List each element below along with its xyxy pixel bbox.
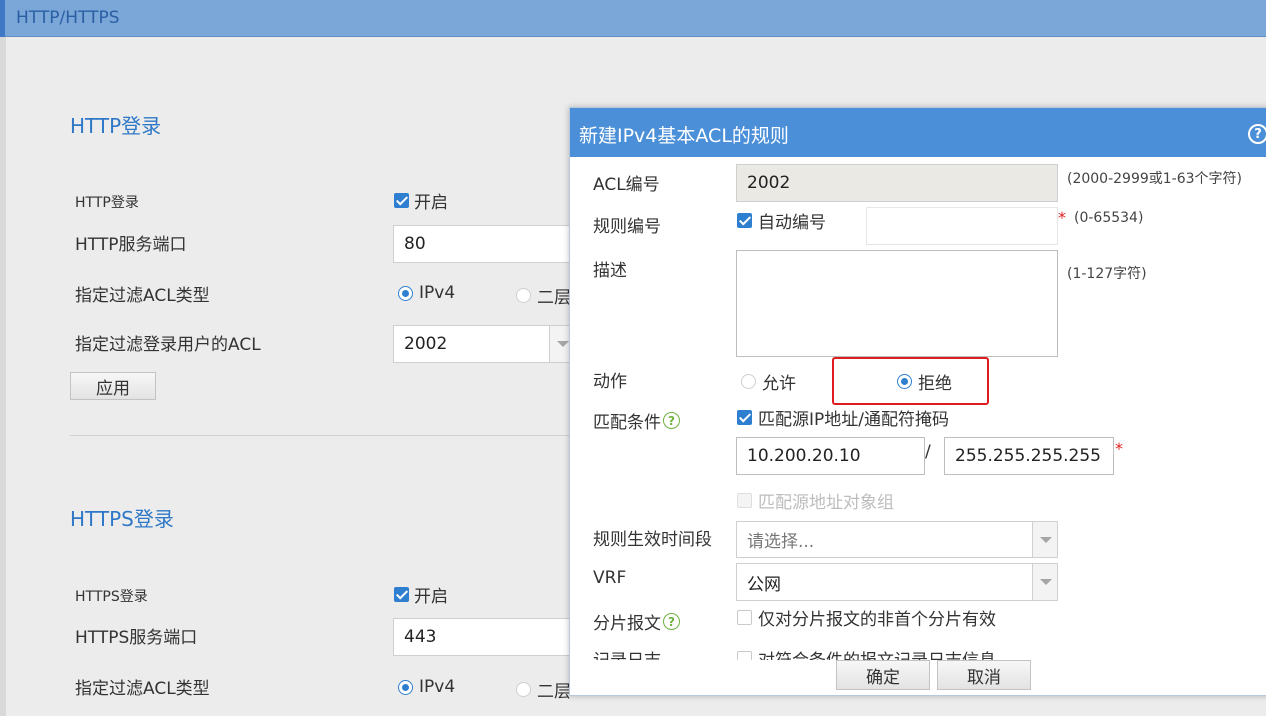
description-hint: (1-127字符) (1067, 266, 1147, 282)
help-question-icon[interactable]: ? (663, 412, 680, 429)
cancel-button[interactable]: 取消 (937, 660, 1031, 690)
log-checkbox[interactable]: 对符合条件的报文记录日志信息 (737, 648, 996, 660)
radio-selected-icon (398, 679, 413, 695)
radio-selected-icon (897, 374, 912, 389)
vrf-value: 公网 (747, 574, 781, 595)
checkbox-checked-icon (394, 587, 409, 602)
vrf-select[interactable]: 公网 (736, 563, 1058, 601)
rule-number-label: 规则编号 (593, 217, 661, 237)
http-login-label: HTTP登录 (75, 195, 139, 211)
section-divider (70, 435, 570, 436)
left-edge-strip (0, 37, 6, 716)
https-acl-type-ipv4-radio[interactable]: IPv4 (398, 677, 455, 697)
https-acl-type-l2-radio[interactable]: 二层 (516, 677, 571, 702)
acl-number-hint: (2000-2999或1-63个字符) (1067, 171, 1243, 187)
fragment-checkbox[interactable]: 仅对分片报文的非首个分片有效 (737, 605, 996, 630)
collapse-handle[interactable] (0, 0, 5, 37)
http-acl-label: 指定过滤登录用户的ACL (75, 335, 261, 355)
https-acl-type-label: 指定过滤ACL类型 (75, 679, 210, 699)
match-src-group-label: 匹配源地址对象组 (758, 493, 894, 513)
radio-unselected-icon (741, 374, 756, 389)
description-textarea[interactable] (736, 250, 1058, 357)
fragment-label: 分片报文 ? (593, 609, 680, 634)
required-mark: * (1115, 439, 1123, 458)
acl-number-label: ACL编号 (593, 175, 660, 195)
time-range-label: 规则生效时间段 (593, 530, 712, 550)
https-enable-label: 开启 (414, 587, 448, 607)
action-deny-radio[interactable]: 拒绝 (897, 369, 952, 394)
https-port-input[interactable]: 443 (393, 618, 573, 656)
rule-number-input (866, 207, 1058, 245)
match-src-ip-checkbox[interactable]: 匹配源IP地址/通配符掩码 (737, 405, 949, 430)
log-option-label: 对符合条件的报文记录日志信息 (758, 648, 996, 660)
chevron-down-icon[interactable] (1032, 564, 1057, 600)
radio-selected-icon (398, 285, 413, 301)
https-section-title: HTTPS登录 (70, 507, 174, 531)
help-question-icon[interactable]: ? (663, 613, 680, 630)
http-acl-type-l2-label: 二层 (537, 288, 571, 308)
action-deny-label: 拒绝 (918, 374, 952, 394)
checkbox-disabled-icon (737, 493, 752, 508)
dialog-title: 新建IPv4基本ACL的规则 (579, 125, 789, 147)
log-row-clipped: 记录日志 对符合条件的报文记录日志信息 (570, 648, 1266, 660)
http-acl-type-ipv4-radio[interactable]: IPv4 (398, 283, 455, 303)
http-acl-type-l2-radio[interactable]: 二层 (516, 283, 571, 308)
checkbox-checked-icon (737, 213, 752, 228)
http-section-title: HTTP登录 (70, 114, 162, 138)
chevron-down-icon[interactable] (1032, 522, 1057, 557)
http-port-input[interactable]: 80 (393, 225, 573, 263)
acl-number-input: 2002 (736, 164, 1058, 202)
apply-button[interactable]: 应用 (70, 372, 156, 400)
http-acl-select[interactable]: 2002 (393, 325, 574, 363)
new-acl-rule-dialog: 新建IPv4基本ACL的规则 ? ACL编号 2002 (2000-2999或1… (569, 107, 1266, 696)
fragment-option-label: 仅对分片报文的非首个分片有效 (758, 610, 996, 630)
action-permit-label: 允许 (762, 374, 796, 394)
https-acl-type-ipv4-label: IPv4 (419, 677, 456, 697)
checkbox-unchecked-icon (737, 610, 752, 625)
https-login-label: HTTPS登录 (75, 589, 148, 605)
auto-number-label: 自动编号 (758, 213, 826, 233)
checkbox-checked-icon (737, 410, 752, 425)
log-label: 记录日志 (593, 648, 661, 660)
radio-unselected-icon (516, 288, 531, 303)
match-src-group-checkbox[interactable]: 匹配源地址对象组 (737, 488, 894, 513)
http-port-label: HTTP服务端口 (75, 235, 187, 255)
action-label: 动作 (593, 372, 627, 392)
checkbox-unchecked-icon (737, 651, 752, 660)
http-acl-type-label: 指定过滤ACL类型 (75, 286, 210, 306)
dialog-header: 新建IPv4基本ACL的规则 ? (570, 108, 1266, 157)
required-mark: * (1058, 208, 1066, 227)
https-acl-type-l2-label: 二层 (537, 682, 571, 702)
time-range-select[interactable]: 请选择... (736, 521, 1058, 558)
rule-number-hint: (0-65534) (1074, 210, 1144, 226)
description-label: 描述 (593, 261, 627, 281)
slash-separator: / (925, 442, 931, 462)
https-enable-checkbox[interactable]: 开启 (394, 582, 448, 607)
vrf-label: VRF (593, 568, 627, 588)
match-condition-label: 匹配条件 ? (593, 408, 680, 433)
fragment-text: 分片报文 (593, 614, 661, 634)
radio-unselected-icon (516, 682, 531, 697)
time-range-placeholder: 请选择... (747, 532, 815, 552)
match-condition-text: 匹配条件 (593, 413, 661, 433)
wildcard-mask-input[interactable]: 255.255.255.255 (944, 437, 1114, 475)
http-acl-value: 2002 (404, 334, 448, 354)
https-port-label: HTTPS服务端口 (75, 628, 198, 648)
help-icon[interactable]: ? (1248, 124, 1266, 144)
auto-number-checkbox[interactable]: 自动编号 (737, 208, 826, 233)
http-enable-checkbox[interactable]: 开启 (394, 188, 448, 213)
window-titlebar: HTTP/HTTPS (0, 0, 1266, 37)
checkbox-checked-icon (394, 193, 409, 208)
ok-button[interactable]: 确定 (836, 660, 930, 690)
http-acl-type-ipv4-label: IPv4 (419, 283, 456, 303)
match-src-ip-label: 匹配源IP地址/通配符掩码 (758, 410, 949, 430)
action-permit-radio[interactable]: 允许 (741, 369, 796, 394)
window-title: HTTP/HTTPS (16, 8, 120, 28)
src-ip-input[interactable]: 10.200.20.10 (736, 437, 925, 475)
http-enable-label: 开启 (414, 193, 448, 213)
